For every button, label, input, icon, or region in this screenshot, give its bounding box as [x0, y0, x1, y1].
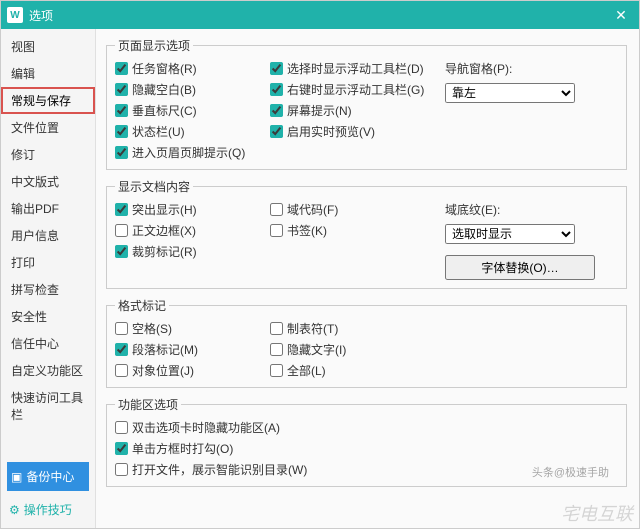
sidebar: 视图 编辑 常规与保存 文件位置 修订 中文版式 输出PDF 用户信息 打印 拼… — [1, 29, 96, 528]
chk-header-footer-hint[interactable]: 进入页眉页脚提示(Q) — [115, 144, 270, 161]
chk-open-smart-toc[interactable]: 打开文件，展示智能识别目录(W) — [115, 461, 618, 478]
chk-text-border[interactable]: 正文边框(X) — [115, 222, 270, 239]
group-doc-content-legend: 显示文档内容 — [115, 178, 193, 195]
group-doc-content: 显示文档内容 突出显示(H) 正文边框(X) 裁剪标记(R) 域代码(F) 书签… — [106, 178, 627, 289]
chk-highlight[interactable]: 突出显示(H) — [115, 201, 270, 218]
font-substitute-button[interactable]: 字体替换(O)… — [445, 255, 595, 280]
sidebar-item-user-info[interactable]: 用户信息 — [1, 222, 95, 249]
sidebar-item-chinese-layout[interactable]: 中文版式 — [1, 168, 95, 195]
nav-pane-label: 导航窗格(P): — [445, 60, 595, 77]
chk-bookmark[interactable]: 书签(K) — [270, 222, 445, 239]
tips-link[interactable]: ⚙ 操作技巧 — [1, 495, 95, 524]
sidebar-item-revision[interactable]: 修订 — [1, 141, 95, 168]
close-icon[interactable]: ✕ — [609, 7, 633, 24]
chk-vertical-ruler[interactable]: 垂直标尺(C) — [115, 102, 270, 119]
backup-center-button[interactable]: ▣ 备份中心 — [7, 462, 89, 491]
chk-dblclick-hide-ribbon[interactable]: 双击选项卡时隐藏功能区(A) — [115, 419, 618, 436]
group-format-marks-legend: 格式标记 — [115, 297, 169, 314]
app-icon: W — [7, 7, 23, 23]
chk-all[interactable]: 全部(L) — [270, 362, 445, 379]
group-page-display-legend: 页面显示选项 — [115, 37, 193, 54]
sidebar-item-general-save[interactable]: 常规与保存 — [1, 87, 95, 114]
gear-icon: ⚙ — [9, 503, 20, 517]
chk-tab[interactable]: 制表符(T) — [270, 320, 445, 337]
sidebar-item-trust-center[interactable]: 信任中心 — [1, 330, 95, 357]
dialog-body: 视图 编辑 常规与保存 文件位置 修订 中文版式 输出PDF 用户信息 打印 拼… — [1, 29, 639, 528]
chk-field-code[interactable]: 域代码(F) — [270, 201, 445, 218]
titlebar: W 选项 ✕ — [1, 1, 639, 29]
backup-label: 备份中心 — [26, 468, 74, 485]
chk-task-pane[interactable]: 任务窗格(R) — [115, 60, 270, 77]
chk-object-position[interactable]: 对象位置(J) — [115, 362, 270, 379]
chk-realtime-preview[interactable]: 启用实时预览(V) — [270, 123, 445, 140]
chk-click-box-check[interactable]: 单击方框时打勾(O) — [115, 440, 618, 457]
sidebar-nav: 视图 编辑 常规与保存 文件位置 修订 中文版式 输出PDF 用户信息 打印 拼… — [1, 33, 95, 458]
options-dialog: W 选项 ✕ 视图 编辑 常规与保存 文件位置 修订 中文版式 输出PDF 用户… — [0, 0, 640, 529]
sidebar-item-security[interactable]: 安全性 — [1, 303, 95, 330]
group-ribbon-options-legend: 功能区选项 — [115, 396, 181, 413]
window-title: 选项 — [29, 7, 609, 24]
backup-icon: ▣ — [11, 470, 22, 484]
sidebar-item-quick-access[interactable]: 快速访问工具栏 — [1, 384, 95, 428]
chk-space[interactable]: 空格(S) — [115, 320, 270, 337]
sidebar-item-edit[interactable]: 编辑 — [1, 60, 95, 87]
sidebar-item-file-location[interactable]: 文件位置 — [1, 114, 95, 141]
sidebar-item-custom-ribbon[interactable]: 自定义功能区 — [1, 357, 95, 384]
chk-hidden-text[interactable]: 隐藏文字(I) — [270, 341, 445, 358]
sidebar-item-print[interactable]: 打印 — [1, 249, 95, 276]
tips-label: 操作技巧 — [24, 501, 72, 518]
chk-paragraph-mark[interactable]: 段落标记(M) — [115, 341, 270, 358]
chk-screen-tip[interactable]: 屏幕提示(N) — [270, 102, 445, 119]
chk-status-bar[interactable]: 状态栏(U) — [115, 123, 270, 140]
nav-pane-select[interactable]: 靠左 — [445, 83, 575, 103]
group-page-display: 页面显示选项 任务窗格(R) 隐藏空白(B) 垂直标尺(C) 状态栏(U) 进入… — [106, 37, 627, 170]
group-format-marks: 格式标记 空格(S) 段落标记(M) 对象位置(J) 制表符(T) 隐藏文字(I… — [106, 297, 627, 388]
field-shading-label: 域底纹(E): — [445, 201, 595, 218]
chk-rightclick-float-toolbar[interactable]: 右键时显示浮动工具栏(G) — [270, 81, 445, 98]
sidebar-item-view[interactable]: 视图 — [1, 33, 95, 60]
chk-hide-blank[interactable]: 隐藏空白(B) — [115, 81, 270, 98]
sidebar-item-spell-check[interactable]: 拼写检查 — [1, 276, 95, 303]
content-pane: 页面显示选项 任务窗格(R) 隐藏空白(B) 垂直标尺(C) 状态栏(U) 进入… — [96, 29, 639, 528]
field-shading-select[interactable]: 选取时显示 — [445, 224, 575, 244]
group-ribbon-options: 功能区选项 双击选项卡时隐藏功能区(A) 单击方框时打勾(O) 打开文件，展示智… — [106, 396, 627, 487]
chk-select-float-toolbar[interactable]: 选择时显示浮动工具栏(D) — [270, 60, 445, 77]
sidebar-item-output-pdf[interactable]: 输出PDF — [1, 195, 95, 222]
chk-crop-marks[interactable]: 裁剪标记(R) — [115, 243, 270, 260]
